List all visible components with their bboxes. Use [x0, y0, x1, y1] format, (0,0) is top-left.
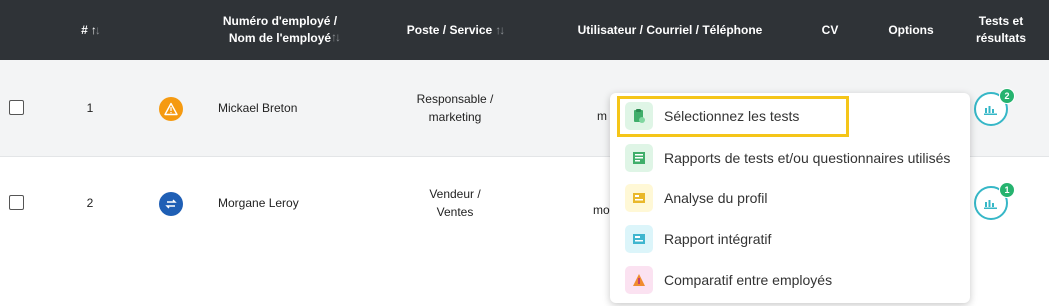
chart-icon	[984, 106, 997, 115]
report-icon	[625, 144, 653, 172]
chart-icon	[984, 200, 997, 209]
column-header-employee[interactable]: Numéro d'employé / Nom de l'employé	[215, 0, 345, 60]
sort-icon[interactable]: ↑↓	[495, 22, 505, 39]
tests-count-badge: 2	[999, 88, 1015, 104]
row-number: 2	[86, 196, 94, 210]
user-contact: mo	[593, 203, 610, 217]
employee-name[interactable]: Morgane Leroy	[218, 194, 299, 212]
employee-position: Responsable / marketing	[416, 92, 494, 124]
menu-item-label: Rapport intégratif	[664, 231, 772, 247]
tests-count-badge: 1	[999, 182, 1015, 198]
menu-item-integrative-report[interactable]: Rapport intégratif	[610, 219, 970, 259]
column-header-position[interactable]: Poste / Service ↑↓	[395, 0, 515, 60]
profile-analysis-icon	[625, 184, 653, 212]
employee-position: Vendeur / Ventes	[429, 187, 481, 219]
sync-icon[interactable]	[159, 192, 183, 216]
row-checkbox[interactable]	[9, 100, 24, 115]
menu-item-profile-analysis[interactable]: Analyse du profil	[610, 178, 970, 218]
row-number: 1	[86, 101, 94, 115]
menu-item-label: Rapports de tests et/ou questionnaires u…	[664, 150, 951, 166]
menu-item-compare-employees[interactable]: Comparatif entre employés	[610, 260, 970, 300]
table-header: # ↑↓ Numéro d'employé / Nom de l'employé…	[0, 0, 1049, 60]
menu-item-test-reports[interactable]: Rapports de tests et/ou questionnaires u…	[610, 138, 970, 178]
column-header-options: Options	[888, 22, 934, 37]
employee-name[interactable]: Mickael Breton	[218, 99, 297, 117]
menu-item-label: Comparatif entre employés	[664, 272, 833, 288]
highlight-box	[617, 96, 849, 137]
warning-icon[interactable]	[159, 97, 183, 121]
column-header-tests: Tests et résultats	[975, 14, 1027, 45]
menu-item-label: Analyse du profil	[664, 190, 768, 206]
sort-icon[interactable]: ↑↓	[91, 22, 101, 39]
integrative-report-icon	[625, 225, 653, 253]
column-header-cv: CV	[821, 22, 839, 37]
row-checkbox[interactable]	[9, 195, 24, 210]
user-contact: m	[597, 109, 607, 123]
column-header-user: Utilisateur / Courriel / Téléphone	[577, 22, 763, 37]
sort-icon[interactable]: ↑↓	[331, 30, 341, 44]
compare-icon	[625, 266, 653, 294]
column-header-number[interactable]: # ↑↓	[60, 0, 120, 60]
